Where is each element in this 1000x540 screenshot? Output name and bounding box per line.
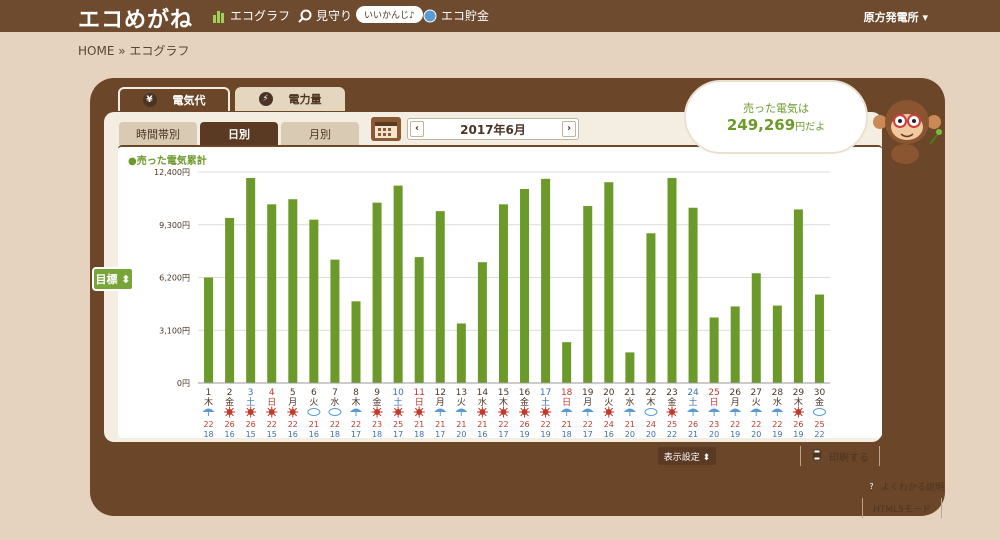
monkey-mascot-icon <box>868 96 946 170</box>
speech-value-line: 249,269円だよ <box>686 116 866 134</box>
magnifier-icon <box>298 9 312 23</box>
next-month-button[interactable]: › <box>562 121 576 137</box>
nav-savings[interactable]: エコ貯金 <box>423 7 489 24</box>
print-button[interactable]: 印刷する <box>800 446 880 466</box>
nav-ecograph[interactable]: エコグラフ <box>212 7 290 24</box>
yen-icon: ¥ <box>142 93 157 107</box>
prev-month-button[interactable]: ‹ <box>410 121 424 137</box>
breadcrumb: HOME » エコグラフ <box>78 44 190 58</box>
top-bar: エコめがね エコグラフ 見守り いいかんじ♪ エコ貯金 原方発電所 ▾ <box>0 0 1000 34</box>
nav-ecograph-label: エコグラフ <box>230 9 291 23</box>
month-navigator: ‹ 2017年6月 › <box>407 118 579 140</box>
tab-power-amount[interactable]: ⚡ 電力量 <box>235 87 345 111</box>
help-link[interactable]: ? よくわかる説明 <box>866 480 944 493</box>
plant-selector[interactable]: 原方発電所 ▾ <box>864 9 928 25</box>
sold-total-value: 249,269 <box>726 116 796 134</box>
tab-power-amount-label: 電力量 <box>288 93 322 106</box>
status-bubble: いいかんじ♪ <box>356 6 423 23</box>
display-settings-button[interactable]: 表示設定 ⬍ <box>658 447 716 465</box>
subtab-monthly[interactable]: 月別 <box>281 122 359 145</box>
target-button[interactable]: 目標 ⬍ <box>92 267 134 291</box>
tab-electricity-cost-label: 電気代 <box>172 94 206 107</box>
lightning-icon: ⚡ <box>258 92 273 106</box>
bar-chart-icon <box>212 9 226 23</box>
nav-savings-label: エコ貯金 <box>441 9 490 23</box>
logo[interactable]: エコめがね <box>78 2 193 34</box>
print-label: 印刷する <box>829 452 869 464</box>
calendar-icon[interactable] <box>371 117 401 141</box>
printer-icon <box>811 449 823 464</box>
speech-line1: 売った電気は <box>743 102 809 115</box>
nav-watch-label: 見守り <box>316 9 353 23</box>
nav-watch[interactable]: 見守り <box>298 7 352 24</box>
coin-icon <box>423 9 437 23</box>
chart-card <box>118 145 882 438</box>
subtab-hourly[interactable]: 時間帯別 <box>119 122 197 145</box>
tab-electricity-cost[interactable]: ¥ 電気代 <box>118 87 230 111</box>
speech-unit: 円だよ <box>795 122 826 133</box>
question-icon: ? <box>866 481 877 492</box>
subtab-daily[interactable]: 日別 <box>200 122 278 145</box>
help-label: よくわかる説明 <box>881 483 945 493</box>
month-label: 2017年6月 <box>460 122 526 137</box>
chart-legend: ●売った電気累計 <box>128 156 207 167</box>
speech-bubble: 売った電気は 249,269円だよ <box>684 80 868 154</box>
html5-mode-button[interactable]: HTML5モード <box>862 498 942 518</box>
